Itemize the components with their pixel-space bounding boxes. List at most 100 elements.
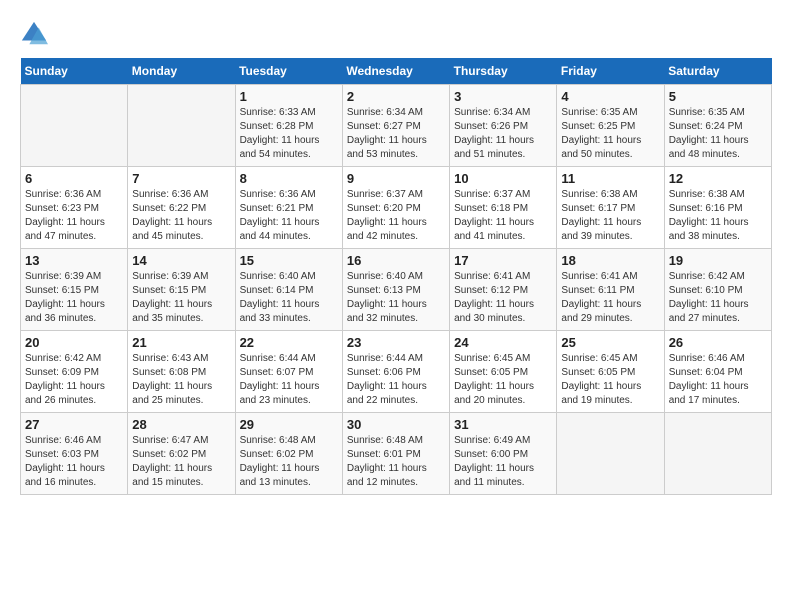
calendar-week-row: 13 Sunrise: 6:39 AM Sunset: 6:15 PM Dayli… bbox=[21, 249, 772, 331]
calendar-day-cell: 22 Sunrise: 6:44 AM Sunset: 6:07 PM Dayli… bbox=[235, 331, 342, 413]
day-of-week-header: Wednesday bbox=[342, 58, 449, 85]
day-info: Sunrise: 6:38 AM Sunset: 6:16 PM Dayligh… bbox=[669, 188, 767, 244]
calendar-day-cell bbox=[557, 413, 664, 495]
day-info: Sunrise: 6:40 AM Sunset: 6:14 PM Dayligh… bbox=[240, 270, 338, 326]
day-number: 21 bbox=[132, 335, 230, 350]
calendar-body: 1 Sunrise: 6:33 AM Sunset: 6:28 PM Daylig… bbox=[21, 85, 772, 495]
calendar-day-cell: 25 Sunrise: 6:45 AM Sunset: 6:05 PM Dayli… bbox=[557, 331, 664, 413]
calendar-day-cell: 30Sunrise: 6:48 AM Sunset: 6:01 PM Dayli… bbox=[342, 413, 449, 495]
calendar-table: SundayMondayTuesdayWednesdayThursdayFrid… bbox=[20, 58, 772, 495]
day-number: 29 bbox=[240, 417, 338, 432]
day-of-week-header: Tuesday bbox=[235, 58, 342, 85]
calendar-day-cell: 16 Sunrise: 6:40 AM Sunset: 6:13 PM Dayli… bbox=[342, 249, 449, 331]
calendar-day-cell: 7Sunrise: 6:36 AM Sunset: 6:22 PM Daylig… bbox=[128, 167, 235, 249]
calendar-day-cell: 13 Sunrise: 6:39 AM Sunset: 6:15 PM Dayli… bbox=[21, 249, 128, 331]
calendar-day-cell: 8 Sunrise: 6:36 AM Sunset: 6:21 PM Daylig… bbox=[235, 167, 342, 249]
calendar-day-cell: 4 Sunrise: 6:35 AM Sunset: 6:25 PM Daylig… bbox=[557, 85, 664, 167]
day-number: 5 bbox=[669, 89, 767, 104]
calendar-day-cell: 14 Sunrise: 6:39 AM Sunset: 6:15 PM Dayli… bbox=[128, 249, 235, 331]
calendar-day-cell: 2 Sunrise: 6:34 AM Sunset: 6:27 PM Daylig… bbox=[342, 85, 449, 167]
day-number: 19 bbox=[669, 253, 767, 268]
day-number: 10 bbox=[454, 171, 552, 186]
day-number: 17 bbox=[454, 253, 552, 268]
days-of-week-row: SundayMondayTuesdayWednesdayThursdayFrid… bbox=[21, 58, 772, 85]
day-info: Sunrise: 6:36 AM Sunset: 6:21 PM Dayligh… bbox=[240, 188, 338, 244]
calendar-day-cell: 23 Sunrise: 6:44 AM Sunset: 6:06 PM Dayli… bbox=[342, 331, 449, 413]
calendar-day-cell: 5 Sunrise: 6:35 AM Sunset: 6:24 PM Daylig… bbox=[664, 85, 771, 167]
day-number: 25 bbox=[561, 335, 659, 350]
calendar-day-cell: 31Sunrise: 6:49 AM Sunset: 6:00 PM Dayli… bbox=[450, 413, 557, 495]
day-info: Sunrise: 6:39 AM Sunset: 6:15 PM Dayligh… bbox=[132, 270, 230, 326]
day-number: 22 bbox=[240, 335, 338, 350]
day-number: 4 bbox=[561, 89, 659, 104]
day-number: 15 bbox=[240, 253, 338, 268]
day-number: 23 bbox=[347, 335, 445, 350]
day-number: 1 bbox=[240, 89, 338, 104]
day-number: 16 bbox=[347, 253, 445, 268]
calendar-day-cell: 21 Sunrise: 6:43 AM Sunset: 6:08 PM Dayli… bbox=[128, 331, 235, 413]
day-number: 12 bbox=[669, 171, 767, 186]
day-number: 2 bbox=[347, 89, 445, 104]
day-number: 26 bbox=[669, 335, 767, 350]
day-number: 18 bbox=[561, 253, 659, 268]
day-info: Sunrise: 6:37 AM Sunset: 6:20 PM Dayligh… bbox=[347, 188, 445, 244]
day-info: Sunrise: 6:37 AM Sunset: 6:18 PM Dayligh… bbox=[454, 188, 552, 244]
calendar-day-cell bbox=[128, 85, 235, 167]
day-info: Sunrise: 6:35 AM Sunset: 6:25 PM Dayligh… bbox=[561, 106, 659, 162]
day-number: 30 bbox=[347, 417, 445, 432]
calendar-day-cell: 12 Sunrise: 6:38 AM Sunset: 6:16 PM Dayli… bbox=[664, 167, 771, 249]
day-number: 20 bbox=[25, 335, 123, 350]
calendar-day-cell: 3Sunrise: 6:34 AM Sunset: 6:26 PM Daylig… bbox=[450, 85, 557, 167]
day-info: Sunrise: 6:45 AM Sunset: 6:05 PM Dayligh… bbox=[561, 352, 659, 408]
calendar-day-cell: 19Sunrise: 6:42 AM Sunset: 6:10 PM Dayli… bbox=[664, 249, 771, 331]
calendar-day-cell: 26 Sunrise: 6:46 AM Sunset: 6:04 PM Dayli… bbox=[664, 331, 771, 413]
calendar-day-cell: 17 Sunrise: 6:41 AM Sunset: 6:12 PM Dayli… bbox=[450, 249, 557, 331]
day-number: 11 bbox=[561, 171, 659, 186]
day-number: 24 bbox=[454, 335, 552, 350]
calendar-day-cell: 1 Sunrise: 6:33 AM Sunset: 6:28 PM Daylig… bbox=[235, 85, 342, 167]
day-number: 7 bbox=[132, 171, 230, 186]
day-info: Sunrise: 6:43 AM Sunset: 6:08 PM Dayligh… bbox=[132, 352, 230, 408]
day-number: 8 bbox=[240, 171, 338, 186]
calendar-week-row: 27Sunrise: 6:46 AM Sunset: 6:03 PM Dayli… bbox=[21, 413, 772, 495]
day-info: Sunrise: 6:38 AM Sunset: 6:17 PM Dayligh… bbox=[561, 188, 659, 244]
day-number: 28 bbox=[132, 417, 230, 432]
calendar-day-cell: 20Sunrise: 6:42 AM Sunset: 6:09 PM Dayli… bbox=[21, 331, 128, 413]
calendar-day-cell: 28 Sunrise: 6:47 AM Sunset: 6:02 PM Dayli… bbox=[128, 413, 235, 495]
calendar-week-row: 6Sunrise: 6:36 AM Sunset: 6:23 PM Daylig… bbox=[21, 167, 772, 249]
day-number: 9 bbox=[347, 171, 445, 186]
day-of-week-header: Friday bbox=[557, 58, 664, 85]
calendar-week-row: 20Sunrise: 6:42 AM Sunset: 6:09 PM Dayli… bbox=[21, 331, 772, 413]
day-info: Sunrise: 6:34 AM Sunset: 6:27 PM Dayligh… bbox=[347, 106, 445, 162]
day-info: Sunrise: 6:48 AM Sunset: 6:02 PM Dayligh… bbox=[240, 434, 338, 490]
day-info: Sunrise: 6:44 AM Sunset: 6:06 PM Dayligh… bbox=[347, 352, 445, 408]
day-info: Sunrise: 6:35 AM Sunset: 6:24 PM Dayligh… bbox=[669, 106, 767, 162]
day-info: Sunrise: 6:40 AM Sunset: 6:13 PM Dayligh… bbox=[347, 270, 445, 326]
day-info: Sunrise: 6:33 AM Sunset: 6:28 PM Dayligh… bbox=[240, 106, 338, 162]
logo bbox=[20, 20, 52, 48]
day-info: Sunrise: 6:46 AM Sunset: 6:04 PM Dayligh… bbox=[669, 352, 767, 408]
day-number: 13 bbox=[25, 253, 123, 268]
calendar-day-cell: 15 Sunrise: 6:40 AM Sunset: 6:14 PM Dayli… bbox=[235, 249, 342, 331]
calendar-day-cell: 24Sunrise: 6:45 AM Sunset: 6:05 PM Dayli… bbox=[450, 331, 557, 413]
calendar-day-cell: 18 Sunrise: 6:41 AM Sunset: 6:11 PM Dayli… bbox=[557, 249, 664, 331]
calendar-day-cell: 6Sunrise: 6:36 AM Sunset: 6:23 PM Daylig… bbox=[21, 167, 128, 249]
day-info: Sunrise: 6:39 AM Sunset: 6:15 PM Dayligh… bbox=[25, 270, 123, 326]
day-number: 14 bbox=[132, 253, 230, 268]
day-of-week-header: Saturday bbox=[664, 58, 771, 85]
day-of-week-header: Sunday bbox=[21, 58, 128, 85]
calendar-day-cell: 11 Sunrise: 6:38 AM Sunset: 6:17 PM Dayli… bbox=[557, 167, 664, 249]
day-info: Sunrise: 6:34 AM Sunset: 6:26 PM Dayligh… bbox=[454, 106, 552, 162]
day-of-week-header: Thursday bbox=[450, 58, 557, 85]
day-info: Sunrise: 6:41 AM Sunset: 6:11 PM Dayligh… bbox=[561, 270, 659, 326]
day-info: Sunrise: 6:41 AM Sunset: 6:12 PM Dayligh… bbox=[454, 270, 552, 326]
day-of-week-header: Monday bbox=[128, 58, 235, 85]
calendar-week-row: 1 Sunrise: 6:33 AM Sunset: 6:28 PM Daylig… bbox=[21, 85, 772, 167]
day-info: Sunrise: 6:44 AM Sunset: 6:07 PM Dayligh… bbox=[240, 352, 338, 408]
day-number: 31 bbox=[454, 417, 552, 432]
calendar-day-cell bbox=[664, 413, 771, 495]
calendar-day-cell: 27Sunrise: 6:46 AM Sunset: 6:03 PM Dayli… bbox=[21, 413, 128, 495]
page-header bbox=[20, 20, 772, 48]
calendar-header: SundayMondayTuesdayWednesdayThursdayFrid… bbox=[21, 58, 772, 85]
day-info: Sunrise: 6:47 AM Sunset: 6:02 PM Dayligh… bbox=[132, 434, 230, 490]
